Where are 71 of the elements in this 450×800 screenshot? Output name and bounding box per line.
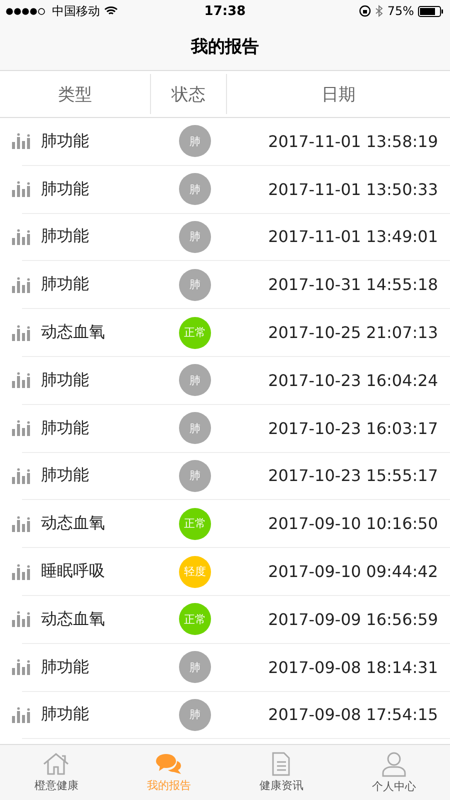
report-type: 肺功能 [41,465,89,486]
column-header: 日期 [320,84,356,106]
page-title: 我的报告 [191,36,259,58]
column-header: 类型 [0,74,151,114]
report-date: 2017-09-10 10:16:50 [267,514,439,534]
bar-chart-icon [12,420,31,436]
status-badge: 肺 [179,173,211,206]
status-badge: 肺 [179,651,211,684]
person-icon [380,751,407,777]
report-type: 肺功能 [41,370,89,391]
report-type: 动态血氧 [41,322,105,344]
report-date: 2017-09-10 09:44:42 [267,562,439,582]
battery-icon [418,6,444,16]
wifi-icon [104,6,118,16]
column-header: 状态 [151,74,227,114]
report-type: 动态血氧 [41,513,105,534]
tab-item[interactable]: 健康资讯 [225,745,338,800]
status-badge: 正常 [179,316,211,349]
bar-chart-icon [12,276,31,293]
report-type: 动态血氧 [41,608,105,630]
report-date: 2017-10-31 14:55:18 [267,275,439,294]
tab-item[interactable]: 个人中心 [338,745,450,800]
report-date: 2017-09-08 18:14:31 [267,658,439,677]
bar-chart-icon [12,372,31,388]
rotation-lock-icon [359,5,372,17]
status-badge: 肺 [179,125,211,158]
report-date: 2017-10-23 15:55:17 [267,466,439,486]
report-date: 2017-11-01 13:58:19 [267,132,439,151]
report-date: 2017-09-09 16:56:59 [267,610,439,629]
report-type: 肺功能 [41,418,89,439]
status-badge: 肺 [179,220,211,253]
bar-chart-icon [12,181,31,198]
status-badge: 轻度 [179,556,211,588]
report-type: 睡眠呼吸 [41,561,105,582]
bar-chart-icon [12,659,31,676]
report-date: 2017-11-01 13:49:01 [267,227,439,246]
report-type: 肺功能 [41,226,89,248]
report-type: 肺功能 [41,274,89,296]
bar-chart-icon [12,611,31,628]
bluetooth-icon [375,5,384,17]
carrier-name: 中国移动 [52,2,100,20]
report-type: 肺功能 [41,130,89,152]
report-date: 2017-10-25 21:07:13 [267,323,439,342]
report-type: 肺功能 [41,656,89,678]
report-date: 2017-10-23 16:03:17 [267,418,439,438]
bar-chart-icon [12,324,31,341]
bar-chart-icon [12,706,31,723]
status-badge: 肺 [179,412,211,444]
house-icon [42,752,70,776]
report-type: 肺功能 [41,178,89,200]
document-icon [270,752,292,776]
bar-chart-icon [12,468,31,484]
status-badge: 正常 [179,603,211,636]
report-type: 肺功能 [41,704,89,726]
status-badge: 肺 [179,364,211,396]
report-date: 2017-10-23 16:04:24 [267,370,439,390]
chat-bubbles-icon [154,752,183,776]
bar-chart-icon [12,228,31,245]
report-date: 2017-09-08 17:54:15 [267,705,439,724]
battery-percent: 75% [387,4,414,18]
bar-chart-icon [12,133,31,150]
status-badge: 正常 [179,508,211,540]
bar-chart-icon [12,564,31,580]
bar-chart-icon [12,516,31,532]
tab-item[interactable]: 橙意健康 [0,745,112,800]
status-time: 17:38 [204,4,246,18]
status-badge: 肺 [179,698,211,731]
signal-icon [6,8,48,14]
status-badge: 肺 [179,460,211,492]
status-badge: 肺 [179,268,211,301]
report-date: 2017-11-01 13:50:33 [267,180,439,199]
